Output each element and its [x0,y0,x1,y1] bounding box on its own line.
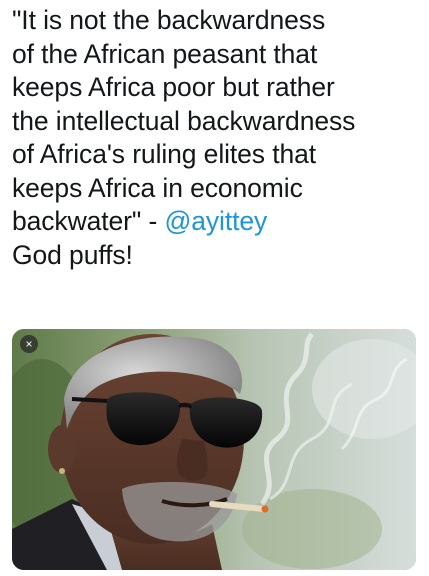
close-icon[interactable]: × [20,335,38,353]
quote-attribution-prefix: backwater" - [12,206,165,236]
tweet-text-line: "It is not the backwardness [12,5,326,35]
photo-man-smoking [12,329,416,570]
tweet-media-image[interactable]: × [12,329,416,570]
tweet-text-line: of Africa's ruling elites that [12,139,317,169]
tweet-text-line: keeps Africa poor but rather [12,72,335,102]
tweet-card: "It is not the backwardness of the Afric… [0,0,429,576]
tweet-comment: God puffs! [12,239,133,270]
tweet-text-line-attribution: backwater" - @ayittey [12,205,422,239]
tweet-text-line: of the African peasant that [12,38,318,69]
tweet-body-text: "It is not the backwardness of the Afric… [12,4,422,272]
mention-link[interactable]: @ayittey [164,206,267,236]
tweet-text-line: keeps Africa in economic [12,172,303,203]
tweet-text-line: the intellectual backwardness [12,105,356,136]
